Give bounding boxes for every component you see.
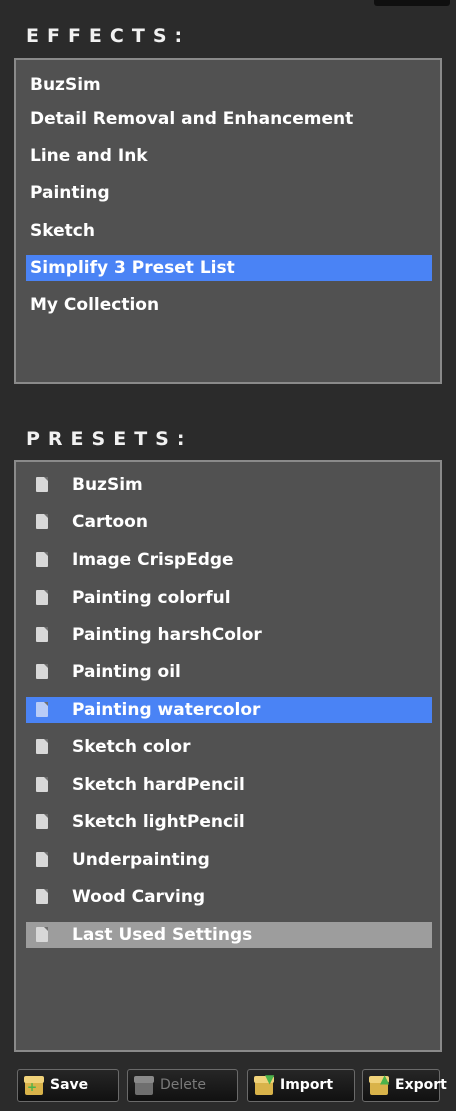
presets-section-title: PRESETS:: [26, 428, 193, 450]
import-button-label: Import: [280, 1077, 334, 1093]
document-icon: [36, 590, 48, 605]
document-icon: [36, 889, 48, 904]
import-button[interactable]: ▼ Import: [247, 1069, 355, 1102]
document-icon: [36, 814, 48, 829]
preset-item-painting-harshcolor[interactable]: Painting harshColor: [26, 622, 432, 648]
effect-item-label: Painting: [30, 183, 110, 203]
effect-item-buzsim[interactable]: BuzSim: [26, 72, 432, 98]
preset-item-label: Last Used Settings: [72, 925, 253, 945]
preset-item-sketch-hardpencil[interactable]: Sketch hardPencil: [26, 772, 432, 798]
preset-item-label: BuzSim: [72, 475, 143, 495]
preset-item-cartoon[interactable]: Cartoon: [26, 509, 432, 535]
preset-item-label: Painting harshColor: [72, 625, 262, 645]
preset-item-underpainting[interactable]: Underpainting: [26, 847, 432, 873]
effect-item-label: Detail Removal and Enhancement: [30, 109, 354, 129]
presets-list[interactable]: BuzSim Cartoon Image CrispEdge Painting …: [14, 460, 442, 1052]
preset-item-painting-oil[interactable]: Painting oil: [26, 659, 432, 685]
preset-item-label: Sketch color: [72, 737, 191, 757]
effect-item-label: My Collection: [30, 295, 160, 315]
window-edge-tab: [374, 0, 450, 6]
preset-item-painting-watercolor[interactable]: Painting watercolor: [26, 697, 432, 723]
preset-item-label: Underpainting: [72, 850, 210, 870]
preset-item-painting-colorful[interactable]: Painting colorful: [26, 585, 432, 611]
export-button-label: Export: [395, 1077, 447, 1093]
document-icon: [36, 627, 48, 642]
preset-item-image-crispedge[interactable]: Image CrispEdge: [26, 547, 432, 573]
delete-button[interactable]: Delete: [127, 1069, 238, 1102]
preset-toolbar: + Save Delete ▼ Import ▲ Export: [17, 1069, 447, 1103]
effect-item-line-and-ink[interactable]: Line and Ink: [26, 143, 432, 169]
box-export-icon: ▲: [369, 1073, 389, 1095]
export-button[interactable]: ▲ Export: [362, 1069, 447, 1102]
effect-item-simplify-3-preset-list[interactable]: Simplify 3 Preset List: [26, 255, 432, 281]
effect-item-my-collection[interactable]: My Collection: [26, 292, 432, 318]
document-icon: [36, 777, 48, 792]
preset-item-label: Painting colorful: [72, 588, 231, 608]
preset-item-sketch-lightpencil[interactable]: Sketch lightPencil: [26, 809, 432, 835]
effects-list[interactable]: BuzSim Detail Removal and Enhancement Li…: [14, 58, 442, 384]
preset-item-label: Sketch hardPencil: [72, 775, 245, 795]
effect-item-label: Simplify 3 Preset List: [30, 258, 235, 278]
preset-item-buzsim[interactable]: BuzSim: [26, 472, 432, 498]
document-icon: [36, 927, 48, 942]
document-icon: [36, 739, 48, 754]
document-icon: [36, 477, 48, 492]
box-delete-icon: [134, 1076, 154, 1095]
save-button-label: Save: [50, 1077, 89, 1093]
effect-item-detail-removal[interactable]: Detail Removal and Enhancement: [26, 106, 432, 132]
preset-item-label: Cartoon: [72, 512, 148, 532]
document-icon: [36, 664, 48, 679]
effect-item-label: Line and Ink: [30, 146, 148, 166]
save-button[interactable]: + Save: [17, 1069, 119, 1102]
preset-item-label: Painting watercolor: [72, 700, 261, 720]
effect-item-sketch[interactable]: Sketch: [26, 218, 432, 244]
document-icon: [36, 514, 48, 529]
box-add-icon: +: [24, 1076, 44, 1095]
effects-section-title: EFFECTS:: [26, 25, 191, 47]
preset-item-label: Painting oil: [72, 662, 181, 682]
delete-button-label: Delete: [160, 1077, 206, 1093]
effect-item-label: BuzSim: [30, 75, 101, 95]
preset-item-label: Wood Carving: [72, 887, 206, 907]
preset-item-label: Sketch lightPencil: [72, 812, 245, 832]
document-icon: [36, 852, 48, 867]
document-icon: [36, 552, 48, 567]
effect-item-painting[interactable]: Painting: [26, 180, 432, 206]
effect-item-label: Sketch: [30, 221, 95, 241]
preset-item-sketch-color[interactable]: Sketch color: [26, 734, 432, 760]
box-import-icon: ▼: [254, 1073, 274, 1095]
preset-item-wood-carving[interactable]: Wood Carving: [26, 884, 432, 910]
preset-item-label: Image CrispEdge: [72, 550, 234, 570]
preset-item-last-used-settings[interactable]: Last Used Settings: [26, 922, 432, 948]
document-icon: [36, 702, 48, 717]
